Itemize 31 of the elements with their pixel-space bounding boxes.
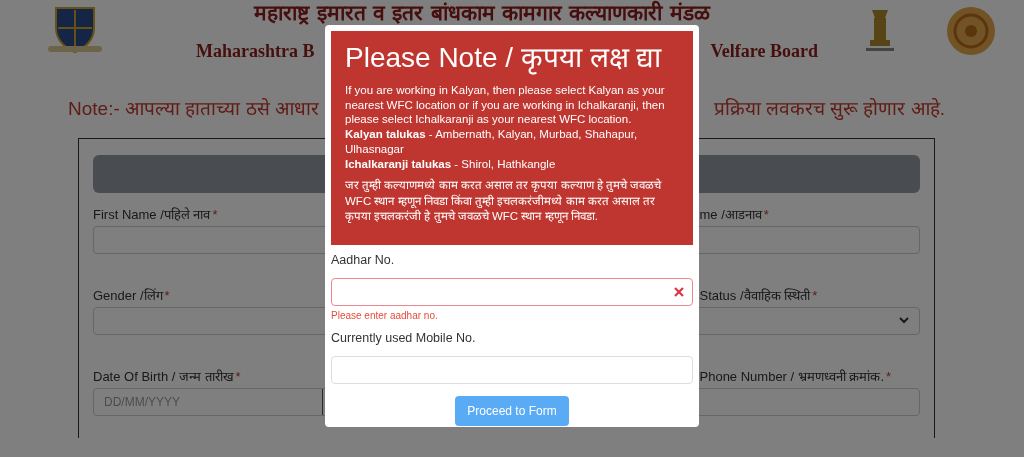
required-mark: * (812, 287, 818, 303)
notice-text: Note:- आपल्या हाताच्या ठसे आधार (68, 97, 319, 121)
site-title: महाराष्ट्र इमारत व इतर बांधकाम कामगार कल्याणकारी मंडळ (252, 2, 712, 23)
field-label: Aadhar No. (331, 252, 396, 269)
notice-text: प्रक्रिया लवकरच सुरू होणार आहे. (713, 97, 945, 122)
error-x-icon (674, 286, 684, 297)
field-label: me /आडनाव (699, 206, 762, 222)
field-label: Phone Number / भ्रमणध्वनी क्रमांक. (699, 368, 884, 384)
notice-paragraph: जर तुम्ही कल्याणमध्ये काम करत असाल तर कृपया कल्याण हे तुमचे जवळचे WFC स्थान म्हणून निवडा किंवा तुम्ही इचलकरंजीमध्ये काम करत असाल तर कृपया इचलकरंजी हे तुमचे जवळचे WFC स्थान म्हणून निवडा. (345, 178, 663, 225)
notice-paragraph: If you are working in Kalyan, then please select Kalyan as your nearest WFC location or if you are working in Ichalkaranji, then please select Ichalkaranji as your nearest WFC location. (345, 82, 666, 128)
required-mark: * (886, 368, 892, 384)
required-mark: * (212, 206, 218, 222)
field-label: Currently used Mobile No. (331, 329, 477, 347)
required-mark: * (164, 287, 170, 303)
notice-paragraph: Kalyan talukas - Ambernath, Kalyan, Murbad, Shahapur, Ulhasnagar (345, 127, 639, 158)
field-label: Gender /लिंग (93, 287, 163, 303)
error-message: Please enter aadhar no. (331, 308, 439, 323)
round-seal-icon (946, 6, 996, 56)
field-label: First Name /पहिले नाव (93, 206, 211, 222)
shield-emblem-icon (48, 6, 102, 54)
proceed-button[interactable]: Proceed to Form (455, 395, 569, 426)
input-field[interactable] (331, 277, 693, 306)
site-subtitle: Maharashtra B (196, 40, 315, 63)
notice-paragraph: Ichalkaranji talukas - Shirol, Hathkangle (345, 157, 557, 173)
required-mark: * (235, 368, 241, 384)
site-subtitle: Velfare Board (710, 40, 818, 63)
field-label: Status /वैवाहिक स्थिती (699, 287, 811, 303)
chevron-down-icon (899, 317, 909, 324)
required-mark: * (763, 206, 769, 222)
field-label: Date Of Birth / जन्म तारीख (93, 368, 234, 384)
modal-title: Please Note / कृपया लक्ष द्या (345, 41, 663, 75)
